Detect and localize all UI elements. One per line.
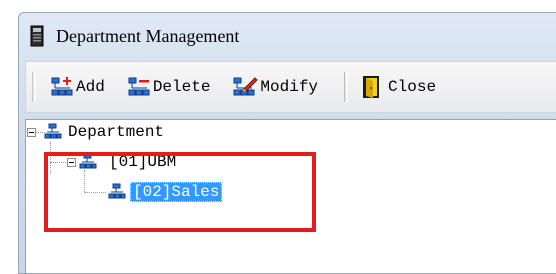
add-label: Add bbox=[76, 78, 105, 96]
window-title: Department Management bbox=[56, 25, 240, 46]
root-collapse-toggle[interactable] bbox=[27, 128, 36, 137]
annotation-highlight-box bbox=[44, 152, 316, 232]
delete-button[interactable]: Delete bbox=[121, 70, 217, 104]
add-department-icon bbox=[51, 77, 73, 96]
add-button[interactable]: Add bbox=[44, 70, 111, 104]
toolbar: Add Delete Modify Close bbox=[25, 61, 556, 113]
toolbar-grip[interactable] bbox=[32, 72, 36, 102]
delete-label: Delete bbox=[152, 78, 211, 96]
delete-department-icon bbox=[128, 77, 150, 96]
modify-department-icon bbox=[233, 77, 259, 96]
app-icon bbox=[30, 25, 44, 47]
close-label: Close bbox=[388, 78, 437, 96]
toolbar-separator bbox=[344, 72, 349, 102]
close-button[interactable]: Close bbox=[356, 70, 442, 104]
org-chart-icon bbox=[44, 123, 62, 139]
exit-door-icon bbox=[363, 76, 380, 98]
modify-label: Modify bbox=[260, 78, 319, 96]
tree-node-department[interactable]: Department bbox=[44, 121, 167, 143]
department-management-window: Department Management Add Delete Modify … bbox=[18, 12, 556, 274]
modify-button[interactable]: Modify bbox=[226, 70, 324, 104]
tree-node-label: Department bbox=[68, 123, 165, 141]
title-bar[interactable]: Department Management bbox=[19, 13, 556, 59]
